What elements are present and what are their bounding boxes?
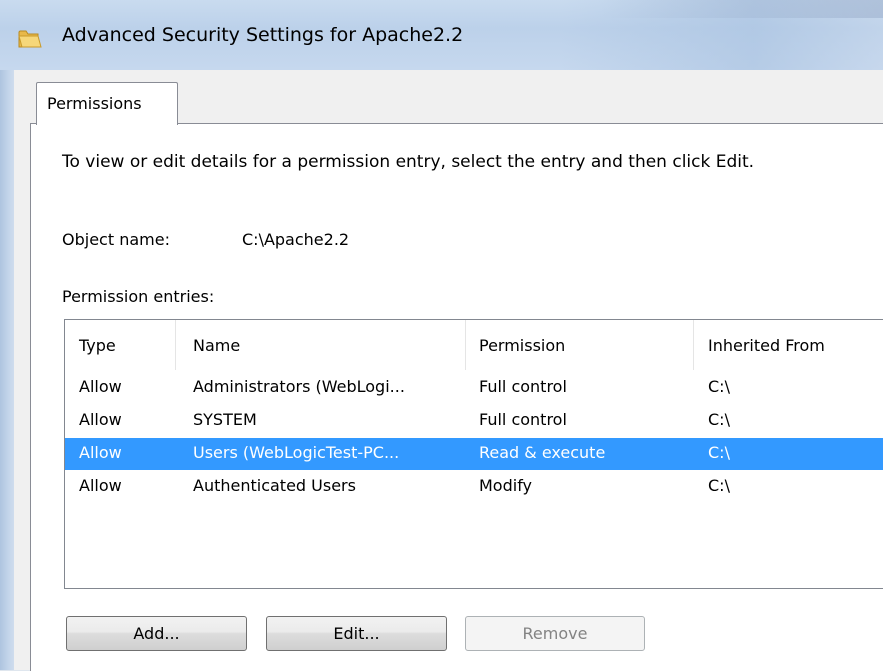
- cell-inherited-from: C:\: [708, 476, 730, 495]
- table-row[interactable]: Allow Administrators (WebLogi... Full co…: [65, 372, 883, 404]
- add-button[interactable]: Add...: [66, 616, 247, 651]
- cell-permission: Read & execute: [479, 443, 606, 462]
- column-separator[interactable]: [465, 320, 466, 370]
- cell-inherited-from: C:\: [708, 410, 730, 429]
- table-row-selected[interactable]: Allow Users (WebLogicTest-PC... Read & e…: [65, 438, 883, 470]
- permission-entries-label: Permission entries:: [62, 287, 215, 306]
- tab-permissions[interactable]: Permissions: [36, 82, 178, 125]
- cell-name: Users (WebLogicTest-PC...: [193, 443, 400, 462]
- remove-button[interactable]: Remove: [465, 616, 645, 651]
- folder-icon: [18, 30, 42, 48]
- object-name-value: C:\Apache2.2: [242, 230, 350, 249]
- cell-type: Allow: [79, 410, 122, 429]
- permission-entries-list[interactable]: Type Name Permission Inherited From Allo…: [64, 319, 883, 589]
- cell-permission: Full control: [479, 410, 567, 429]
- column-header-inherited-from[interactable]: Inherited From: [708, 336, 825, 355]
- column-header-name[interactable]: Name: [193, 336, 240, 355]
- list-header: Type Name Permission Inherited From: [65, 320, 883, 370]
- column-header-permission[interactable]: Permission: [479, 336, 565, 355]
- cell-inherited-from: C:\: [708, 377, 730, 396]
- column-separator[interactable]: [693, 320, 694, 370]
- cell-type: Allow: [79, 377, 122, 396]
- cell-permission: Full control: [479, 377, 567, 396]
- cell-name: Administrators (WebLogi...: [193, 377, 405, 396]
- window-title: Advanced Security Settings for Apache2.2: [62, 24, 464, 46]
- edit-button[interactable]: Edit...: [266, 616, 447, 651]
- cell-permission: Modify: [479, 476, 533, 495]
- column-header-type[interactable]: Type: [79, 336, 116, 355]
- window-left-frame: [0, 70, 14, 670]
- tab-permissions-label: Permissions: [47, 94, 142, 113]
- instruction-text: To view or edit details for a permission…: [62, 152, 755, 172]
- background-window-bleed: [600, 0, 883, 18]
- cell-inherited-from: C:\: [708, 443, 730, 462]
- cell-name: Authenticated Users: [193, 476, 356, 495]
- table-row[interactable]: Allow Authenticated Users Modify C:\: [65, 471, 883, 503]
- column-separator[interactable]: [175, 320, 176, 370]
- cell-type: Allow: [79, 443, 122, 462]
- table-row[interactable]: Allow SYSTEM Full control C:\: [65, 405, 883, 437]
- title-bar[interactable]: Advanced Security Settings for Apache2.2: [0, 0, 883, 70]
- cell-type: Allow: [79, 476, 122, 495]
- cell-name: SYSTEM: [193, 410, 257, 429]
- object-name-label: Object name:: [62, 230, 170, 249]
